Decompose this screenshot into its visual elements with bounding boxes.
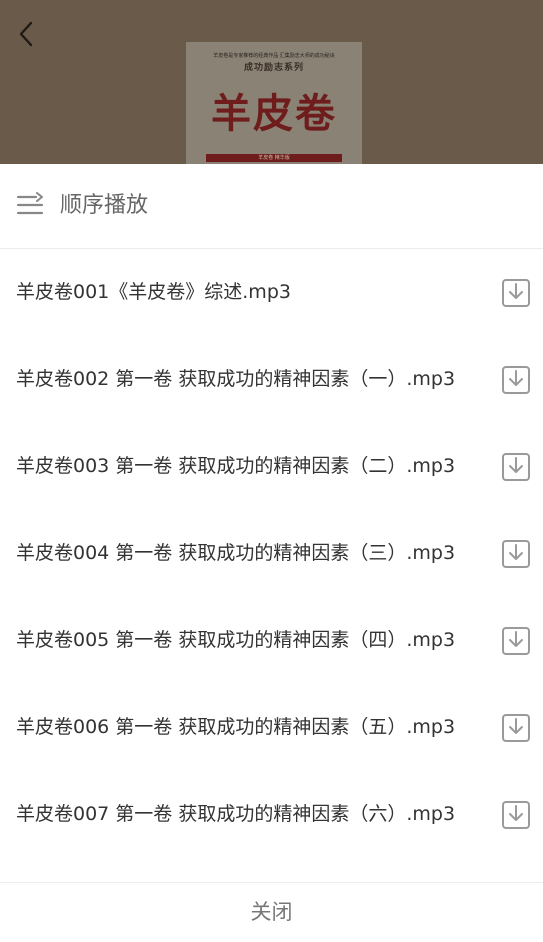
- track-title: 羊皮卷004 第一卷 获取成功的精神因素（三）.mp3: [16, 542, 456, 564]
- close-label: 关闭: [250, 900, 293, 924]
- download-button[interactable]: [501, 539, 531, 569]
- close-button[interactable]: 关闭: [0, 882, 543, 942]
- download-icon: [502, 453, 530, 481]
- download-button[interactable]: [501, 278, 531, 308]
- track-title: 羊皮卷002 第一卷 获取成功的精神因素（一）.mp3: [16, 368, 456, 390]
- track-item[interactable]: 羊皮卷006 第一卷 获取成功的精神因素（五）.mp3: [0, 684, 543, 771]
- download-icon: [502, 540, 530, 568]
- track-item[interactable]: 羊皮卷004 第一卷 获取成功的精神因素（三）.mp3: [0, 510, 543, 597]
- back-button[interactable]: [10, 18, 42, 50]
- download-icon: [502, 714, 530, 742]
- track-item[interactable]: 羊皮卷005 第一卷 获取成功的精神因素（四）.mp3: [0, 597, 543, 684]
- track-title: 羊皮卷007 第一卷 获取成功的精神因素（六）.mp3: [16, 803, 456, 825]
- album-cover: 羊皮卷是专家推荐的经典作品 汇集励志大师的成功秘诀 成功励志系列 羊皮卷 羊皮卷…: [186, 42, 362, 164]
- track-item[interactable]: 羊皮卷001《羊皮卷》综述.mp3: [0, 249, 543, 336]
- track-title: 羊皮卷006 第一卷 获取成功的精神因素（五）.mp3: [16, 716, 456, 738]
- play-mode-label: 顺序播放: [60, 193, 149, 218]
- play-mode-toggle[interactable]: 顺序播放: [0, 164, 543, 249]
- track-title: 羊皮卷005 第一卷 获取成功的精神因素（四）.mp3: [16, 629, 456, 651]
- playlist-sheet: 顺序播放 羊皮卷001《羊皮卷》综述.mp3 羊皮卷002 第一卷 获取成功的精…: [0, 164, 543, 941]
- track-title: 羊皮卷001《羊皮卷》综述.mp3: [16, 281, 291, 303]
- download-button[interactable]: [501, 626, 531, 656]
- cover-subtitle: 羊皮卷 精华版: [258, 155, 290, 161]
- track-item[interactable]: 羊皮卷002 第一卷 获取成功的精神因素（一）.mp3: [0, 336, 543, 423]
- download-icon: [502, 627, 530, 655]
- cover-title: 羊皮卷: [211, 91, 337, 137]
- download-button[interactable]: [501, 452, 531, 482]
- cover-series-label: 成功励志系列: [243, 63, 304, 73]
- download-button[interactable]: [501, 800, 531, 830]
- track-list: 羊皮卷001《羊皮卷》综述.mp3 羊皮卷002 第一卷 获取成功的精神因素（一…: [0, 249, 543, 858]
- track-title: 羊皮卷003 第一卷 获取成功的精神因素（二）.mp3: [16, 455, 456, 477]
- sequential-play-icon: [16, 192, 44, 215]
- track-item[interactable]: 羊皮卷003 第一卷 获取成功的精神因素（二）.mp3: [0, 423, 543, 510]
- download-button[interactable]: [501, 713, 531, 743]
- track-item[interactable]: 羊皮卷007 第一卷 获取成功的精神因素（六）.mp3: [0, 771, 543, 858]
- cover-tagline: 羊皮卷是专家推荐的经典作品 汇集励志大师的成功秘诀: [213, 53, 335, 59]
- download-icon: [502, 366, 530, 394]
- download-button[interactable]: [501, 365, 531, 395]
- download-icon: [502, 801, 530, 829]
- now-playing-header: 羊皮卷是专家推荐的经典作品 汇集励志大师的成功秘诀 成功励志系列 羊皮卷 羊皮卷…: [0, 0, 543, 164]
- chevron-left-icon: [19, 21, 33, 47]
- download-icon: [502, 279, 530, 307]
